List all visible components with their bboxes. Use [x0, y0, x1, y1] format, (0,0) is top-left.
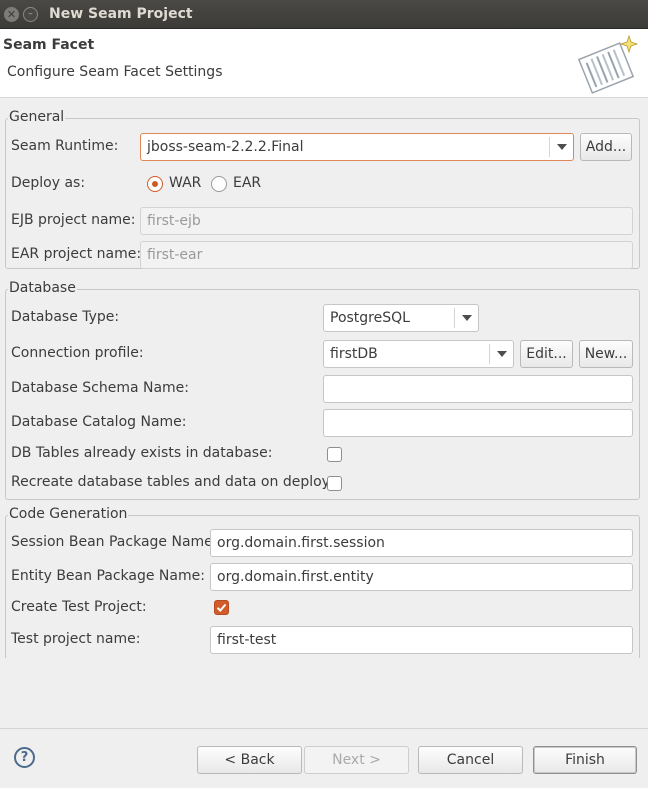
tables-exist-checkbox[interactable] [327, 447, 342, 462]
minimize-window-button[interactable]: – [23, 7, 38, 22]
help-icon[interactable]: ? [14, 747, 35, 768]
edit-profile-button[interactable]: Edit... [520, 340, 573, 368]
seam-runtime-value: jboss-seam-2.2.2.Final [147, 139, 304, 155]
recreate-tables-checkbox[interactable] [327, 476, 342, 491]
ear-project-field: first-ear [140, 241, 633, 269]
ejb-project-field: first-ejb [140, 207, 633, 235]
chevron-down-icon[interactable] [549, 137, 573, 157]
create-test-label: Create Test Project: [11, 599, 147, 615]
seam-wizard-icon [577, 34, 639, 94]
back-button[interactable]: < Back [197, 746, 302, 774]
next-button[interactable]: Next > [304, 746, 409, 774]
new-profile-button[interactable]: New... [579, 340, 633, 368]
chevron-down-icon[interactable] [489, 344, 513, 364]
cancel-button[interactable]: Cancel [418, 746, 523, 774]
page-subtitle: Configure Seam Facet Settings [7, 64, 223, 80]
recreate-tables-label: Recreate database tables and data on dep… [11, 474, 334, 490]
catalog-name-input[interactable] [323, 409, 633, 437]
add-runtime-button[interactable]: Add... [580, 133, 632, 161]
deploy-ear-label[interactable]: EAR [233, 175, 261, 191]
page-title: Seam Facet [3, 37, 95, 53]
connection-profile-combo[interactable]: firstDB [323, 340, 514, 368]
database-type-value: PostgreSQL [330, 310, 410, 326]
ejb-project-label: EJB project name: [11, 212, 136, 228]
window-title: New Seam Project [49, 6, 193, 22]
code-generation-group-label: Code Generation [8, 506, 129, 522]
test-project-label: Test project name: [11, 631, 141, 647]
schema-name-input[interactable] [323, 375, 633, 403]
seam-runtime-label: Seam Runtime: [11, 138, 119, 154]
test-project-input[interactable]: first-test [210, 626, 633, 654]
connection-profile-value: firstDB [330, 346, 378, 362]
chevron-down-icon[interactable] [454, 308, 478, 328]
database-type-combo[interactable]: PostgreSQL [323, 304, 479, 332]
general-group-label: General [8, 109, 66, 125]
checkmark-icon [216, 603, 227, 612]
window-titlebar: ✕ – New Seam Project [0, 0, 648, 29]
footer-separator [0, 728, 648, 729]
ear-project-label: EAR project name: [11, 246, 142, 262]
schema-name-label: Database Schema Name: [11, 380, 190, 396]
close-window-button[interactable]: ✕ [4, 7, 19, 22]
wizard-header: Seam Facet Configure Seam Facet Settings [0, 29, 648, 98]
deploy-war-label[interactable]: WAR [169, 175, 201, 191]
deploy-ear-radio[interactable] [211, 176, 227, 192]
entity-bean-input[interactable]: org.domain.first.entity [210, 563, 633, 591]
database-group-label: Database [8, 280, 77, 296]
deploy-as-label: Deploy as: [11, 175, 86, 191]
finish-button[interactable]: Finish [533, 746, 637, 774]
catalog-name-label: Database Catalog Name: [11, 414, 187, 430]
entity-bean-label: Entity Bean Package Name: [11, 568, 205, 584]
connection-profile-label: Connection profile: [11, 345, 144, 361]
seam-runtime-combo[interactable]: jboss-seam-2.2.2.Final [140, 133, 574, 161]
create-test-checkbox[interactable] [214, 600, 229, 615]
session-bean-input[interactable]: org.domain.first.session [210, 529, 633, 557]
database-type-label: Database Type: [11, 309, 120, 325]
deploy-war-radio[interactable] [147, 176, 163, 192]
session-bean-label: Session Bean Package Name: [11, 534, 218, 550]
tables-exist-label: DB Tables already exists in database: [11, 445, 273, 461]
